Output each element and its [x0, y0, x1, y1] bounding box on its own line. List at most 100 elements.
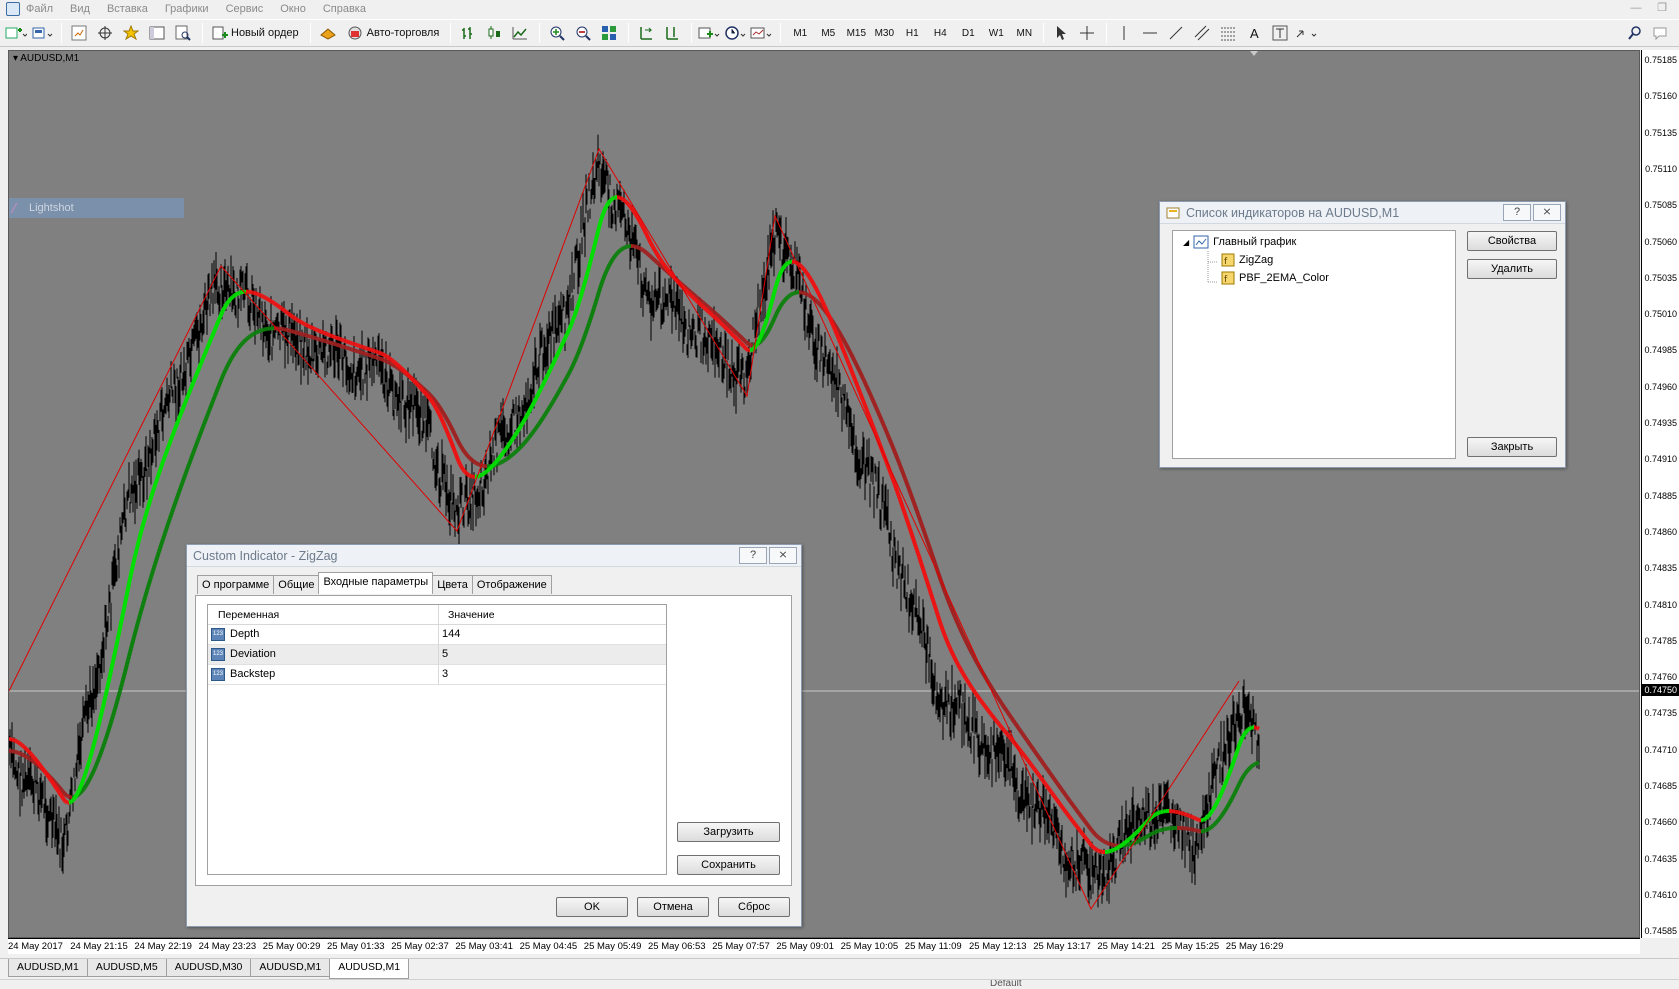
new-order-button[interactable]: Новый ордер: [208, 22, 303, 44]
indicators-button[interactable]: [697, 22, 721, 44]
text-button[interactable]: A: [1242, 22, 1266, 44]
tab-about[interactable]: О программе: [197, 575, 275, 594]
chart-window-icon: [1193, 235, 1209, 249]
tree-root[interactable]: ◢ Главный график: [1183, 235, 1296, 249]
crosshair-button[interactable]: [1075, 22, 1099, 44]
tree-item-pbf-2ema[interactable]: f PBF_2EMA_Color: [1221, 271, 1329, 285]
profiles-button[interactable]: [30, 22, 54, 44]
help-button[interactable]: ?: [1503, 204, 1531, 221]
cancel-button[interactable]: Отмена: [637, 897, 709, 917]
menu-view[interactable]: Вид: [70, 3, 90, 15]
column-value[interactable]: Значение: [448, 609, 495, 621]
fibonacci-button[interactable]: [1216, 22, 1240, 44]
chart-tab[interactable]: AUDUSD,M5: [86, 959, 167, 977]
menu-window[interactable]: Окно: [280, 3, 306, 15]
param-row-depth[interactable]: 123 Depth 144: [208, 625, 666, 645]
channel-button[interactable]: [1190, 22, 1214, 44]
help-button[interactable]: ?: [739, 547, 767, 564]
label-button[interactable]: [1268, 22, 1292, 44]
periods-button[interactable]: [723, 22, 747, 44]
timeframe-w1[interactable]: W1: [982, 23, 1010, 43]
reset-button[interactable]: Сброс: [718, 897, 790, 917]
timeframe-mn[interactable]: MN: [1010, 23, 1038, 43]
templates-button[interactable]: [749, 22, 773, 44]
param-row-backstep[interactable]: 123 Backstep 3: [208, 665, 666, 685]
menu-charts[interactable]: Графики: [165, 3, 209, 15]
time-axis[interactable]: 24 May 2017 24 May 21:15 24 May 22:19 24 Ma…: [8, 938, 1640, 954]
chart-tab[interactable]: AUDUSD,M1: [8, 959, 88, 977]
line-chart-button[interactable]: [508, 22, 532, 44]
search-button[interactable]: [1623, 22, 1647, 44]
close-icon[interactable]: ⨯: [769, 547, 797, 564]
timeframe-h4[interactable]: H4: [926, 23, 954, 43]
tab-inputs[interactable]: Входные параметры: [318, 572, 434, 594]
save-button[interactable]: Сохранить: [677, 855, 780, 875]
param-value[interactable]: 3: [442, 668, 448, 680]
price-label: 0.74660: [1644, 817, 1677, 828]
param-value[interactable]: 5: [442, 648, 448, 660]
timeframe-d1[interactable]: D1: [954, 23, 982, 43]
autotrading-button[interactable]: Авто-торговля: [342, 22, 444, 44]
terminal-button[interactable]: [145, 22, 169, 44]
close-button[interactable]: Закрыть: [1467, 437, 1557, 457]
indicator-tree[interactable]: ◢ Главный график f ZigZag f PBF_2EMA_Color: [1172, 230, 1456, 459]
cursor-button[interactable]: [1049, 22, 1073, 44]
menu-file[interactable]: Файл: [26, 3, 53, 15]
ok-button[interactable]: OK: [556, 897, 628, 917]
price-axis[interactable]: 0.75185 0.75160 0.75135 0.75110 0.75085 0.750…: [1641, 50, 1679, 938]
inputs-grid[interactable]: Переменная Значение 123 Depth 144 123 De…: [207, 604, 667, 875]
vertical-line-button[interactable]: [1112, 22, 1136, 44]
chart-tab-active[interactable]: AUDUSD,M1: [329, 959, 410, 979]
navigator-button[interactable]: [119, 22, 143, 44]
arrows-button[interactable]: [1294, 22, 1318, 44]
menu-insert[interactable]: Вставка: [107, 3, 148, 15]
tab-visualization[interactable]: Отображение: [471, 575, 552, 594]
new-chart-button[interactable]: [4, 22, 28, 44]
trendline-button[interactable]: [1164, 22, 1188, 44]
restore-icon[interactable]: ❐: [1649, 0, 1675, 16]
bars-icon: [462, 27, 473, 39]
tile-windows-button[interactable]: [597, 22, 621, 44]
inputs-panel: Переменная Значение 123 Depth 144 123 De…: [195, 595, 792, 886]
param-value[interactable]: 144: [442, 628, 460, 640]
zigzag-titlebar[interactable]: Custom Indicator - ZigZag ? ⨯: [187, 545, 801, 567]
chart-shift-button[interactable]: [660, 22, 684, 44]
horizontal-line-button[interactable]: [1138, 22, 1162, 44]
column-variable[interactable]: Переменная: [218, 609, 279, 621]
tab-colors[interactable]: Цвета: [432, 575, 473, 594]
zoom-out-button[interactable]: [571, 22, 595, 44]
chart-shift-icon: [666, 27, 679, 40]
crosshair-icon: [1080, 26, 1095, 40]
data-window-button[interactable]: [93, 22, 117, 44]
arrows-icon: [1296, 30, 1317, 38]
chart-tab[interactable]: AUDUSD,M1: [250, 959, 331, 977]
tester-button[interactable]: [171, 22, 195, 44]
menu-help[interactable]: Справка: [323, 3, 366, 15]
minimize-icon[interactable]: —: [1623, 0, 1649, 16]
timeframe-m5[interactable]: M5: [814, 23, 842, 43]
chart-tab[interactable]: AUDUSD,M30: [165, 959, 252, 977]
collapse-icon[interactable]: ◢: [1183, 238, 1189, 247]
delete-button[interactable]: Удалить: [1467, 259, 1557, 279]
timeframe-m30[interactable]: M30: [870, 23, 898, 43]
market-watch-button[interactable]: [67, 22, 91, 44]
tab-common[interactable]: Общие: [273, 575, 320, 594]
load-button[interactable]: Загрузить: [677, 822, 780, 842]
time-label: 25 May 09:01: [776, 941, 834, 952]
timeframe-m1[interactable]: M1: [786, 23, 814, 43]
zoom-in-button[interactable]: [545, 22, 569, 44]
param-row-deviation[interactable]: 123 Deviation 5: [208, 645, 666, 665]
chat-button[interactable]: [1649, 22, 1673, 44]
auto-scroll-button[interactable]: [634, 22, 658, 44]
tree-item-zigzag[interactable]: f ZigZag: [1221, 253, 1273, 267]
timeframe-m15[interactable]: M15: [842, 23, 870, 43]
menu-tools[interactable]: Сервис: [226, 3, 264, 15]
properties-button[interactable]: Свойства: [1467, 231, 1557, 251]
indicator-list-titlebar[interactable]: Список индикаторов на AUDUSD,M1 ? ⨯: [1160, 202, 1565, 224]
experts-button[interactable]: [316, 22, 340, 44]
close-icon[interactable]: ⨯: [1533, 204, 1561, 221]
candle-chart-button[interactable]: [482, 22, 506, 44]
bar-chart-button[interactable]: [456, 22, 480, 44]
timeframe-h1[interactable]: H1: [898, 23, 926, 43]
price-label: 0.74735: [1644, 708, 1677, 719]
